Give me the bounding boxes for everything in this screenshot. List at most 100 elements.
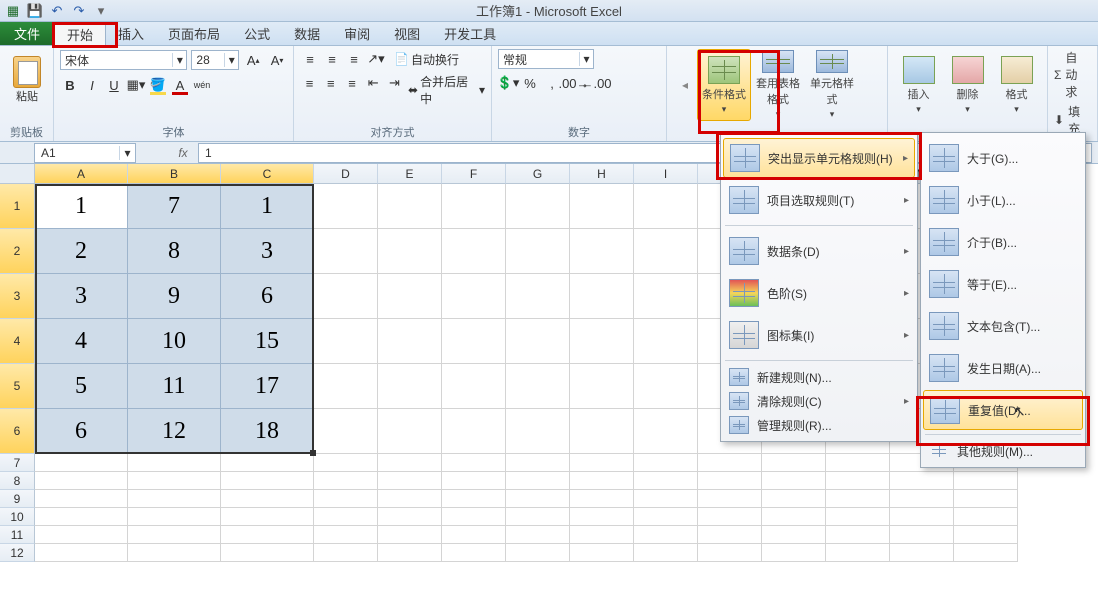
cell[interactable] (570, 319, 634, 364)
cell[interactable] (221, 526, 314, 544)
merge-center-button[interactable]: ⬌ 合并后居中 ▾ (408, 73, 485, 107)
tab-page-layout[interactable]: 页面布局 (156, 22, 232, 45)
cell[interactable]: 6 (221, 274, 314, 319)
column-header[interactable]: I (634, 164, 698, 184)
cell[interactable] (634, 544, 698, 562)
cell[interactable] (634, 364, 698, 409)
cell[interactable] (128, 526, 221, 544)
cell[interactable] (762, 472, 826, 490)
cell[interactable] (442, 544, 506, 562)
tab-developer[interactable]: 开发工具 (432, 22, 508, 45)
tab-view[interactable]: 视图 (382, 22, 432, 45)
cell[interactable] (35, 490, 128, 508)
cell[interactable] (378, 544, 442, 562)
qat-dropdown-icon[interactable]: ▾ (92, 2, 110, 20)
fill-handle[interactable] (310, 450, 316, 456)
cell[interactable] (890, 472, 954, 490)
cell[interactable]: 7 (128, 184, 221, 229)
align-top-icon[interactable]: ≡ (300, 49, 320, 69)
column-header[interactable]: H (570, 164, 634, 184)
align-center-icon[interactable]: ≡ (321, 73, 340, 93)
cell[interactable] (35, 454, 128, 472)
conditional-formatting-button[interactable]: 条件格式 ▾ (697, 49, 751, 121)
cell[interactable] (378, 229, 442, 274)
decrease-decimal-icon[interactable]: ←.00 (586, 73, 606, 93)
cell[interactable] (378, 364, 442, 409)
row-header[interactable]: 4 (0, 319, 35, 364)
font-size-combo[interactable]: 28 ▾ (191, 50, 239, 70)
cell[interactable] (570, 409, 634, 454)
cell[interactable] (128, 454, 221, 472)
cell[interactable] (826, 508, 890, 526)
cell[interactable] (506, 364, 570, 409)
cell[interactable] (314, 472, 378, 490)
cell[interactable] (570, 526, 634, 544)
cell[interactable] (314, 229, 378, 274)
cell[interactable] (506, 229, 570, 274)
underline-button[interactable]: U (104, 75, 124, 95)
styles-scroll-left[interactable]: ◂ (673, 49, 697, 121)
cell[interactable] (314, 274, 378, 319)
menu-duplicate-values[interactable]: 重复值(D)... ↖ (923, 390, 1083, 430)
undo-icon[interactable]: ↶ (48, 2, 66, 20)
menu-color-scales[interactable]: 色阶(S) ▸ (723, 272, 915, 314)
fill-color-button[interactable]: 🪣 (148, 75, 168, 95)
cell[interactable] (442, 472, 506, 490)
row-header[interactable]: 6 (0, 409, 35, 454)
number-format-combo[interactable]: 常规 ▾ (498, 49, 594, 69)
cell[interactable] (570, 454, 634, 472)
column-header[interactable]: D (314, 164, 378, 184)
cell[interactable]: 15 (221, 319, 314, 364)
column-header[interactable]: A (35, 164, 128, 184)
insert-cells-button[interactable]: 插入 ▾ (894, 49, 943, 121)
cell[interactable] (762, 454, 826, 472)
cell[interactable] (221, 490, 314, 508)
cell[interactable] (506, 454, 570, 472)
cell[interactable] (634, 409, 698, 454)
cell[interactable] (954, 544, 1018, 562)
cell[interactable] (954, 526, 1018, 544)
cell[interactable] (128, 508, 221, 526)
autosum-button[interactable]: Σ 自动求 (1054, 49, 1091, 100)
cell[interactable]: 3 (221, 229, 314, 274)
menu-manage-rules[interactable]: 管理规则(R)... (723, 413, 915, 437)
cell[interactable]: 5 (35, 364, 128, 409)
cell[interactable] (314, 544, 378, 562)
cell[interactable] (506, 184, 570, 229)
cell[interactable] (570, 274, 634, 319)
save-icon[interactable]: 💾 (26, 2, 44, 20)
cell[interactable]: 9 (128, 274, 221, 319)
row-header[interactable]: 11 (0, 526, 35, 544)
delete-cells-button[interactable]: 删除 ▾ (943, 49, 992, 121)
format-cells-button[interactable]: 格式 ▾ (992, 49, 1041, 121)
cell[interactable] (890, 508, 954, 526)
menu-new-rule[interactable]: 新建规则(N)... (723, 365, 915, 389)
cell[interactable] (634, 454, 698, 472)
cell[interactable] (634, 508, 698, 526)
increase-indent-icon[interactable]: ⇥ (385, 73, 404, 93)
cell[interactable] (442, 490, 506, 508)
cell[interactable] (698, 508, 762, 526)
menu-highlight-cells-rules[interactable]: 突出显示单元格规则(H) ▸ (723, 138, 915, 178)
menu-clear-rules[interactable]: 清除规则(C) ▸ (723, 389, 915, 413)
cell[interactable] (762, 508, 826, 526)
cell[interactable] (314, 526, 378, 544)
accounting-format-icon[interactable]: 💲▾ (498, 73, 518, 93)
tab-review[interactable]: 审阅 (332, 22, 382, 45)
cell[interactable] (698, 454, 762, 472)
cell[interactable] (954, 490, 1018, 508)
tab-file[interactable]: 文件 (0, 22, 54, 45)
menu-text-contains[interactable]: 文本包含(T)... (923, 305, 1083, 347)
name-box[interactable]: A1 ▾ (34, 143, 136, 163)
cell[interactable]: 11 (128, 364, 221, 409)
cell[interactable] (442, 319, 506, 364)
cell[interactable] (826, 490, 890, 508)
border-button[interactable]: ▦▾ (126, 75, 146, 95)
cell[interactable] (826, 472, 890, 490)
menu-top-bottom-rules[interactable]: 项目选取规则(T) ▸ (723, 179, 915, 221)
cell[interactable] (128, 544, 221, 562)
row-header[interactable]: 12 (0, 544, 35, 562)
cell[interactable] (314, 364, 378, 409)
cell[interactable]: 4 (35, 319, 128, 364)
align-right-icon[interactable]: ≡ (342, 73, 361, 93)
